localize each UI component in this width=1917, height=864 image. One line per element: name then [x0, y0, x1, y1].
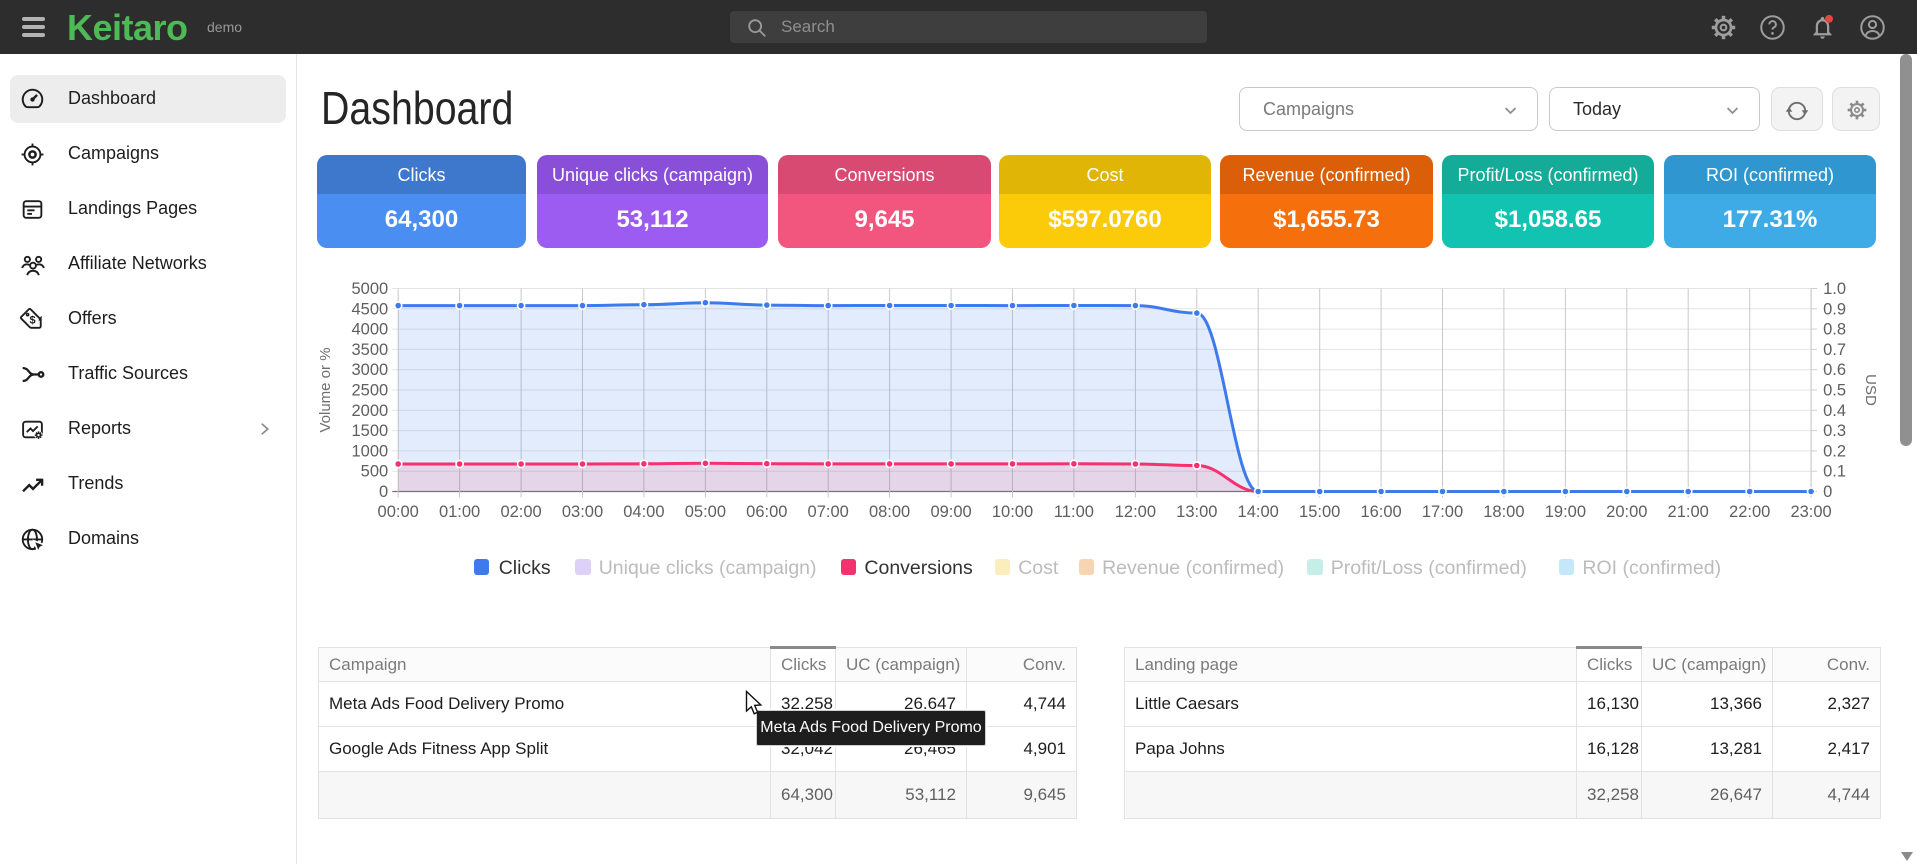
svg-text:0.5: 0.5	[1823, 382, 1846, 400]
svg-text:10:00: 10:00	[992, 503, 1033, 521]
svg-text:USD: USD	[1862, 374, 1879, 406]
svg-text:06:00: 06:00	[746, 503, 787, 521]
svg-text:3500: 3500	[351, 341, 388, 359]
svg-text:Volume or %: Volume or %	[317, 347, 334, 432]
svg-text:1500: 1500	[351, 422, 388, 440]
svg-text:1000: 1000	[351, 442, 388, 460]
svg-text:3000: 3000	[351, 361, 388, 379]
svg-text:20:00: 20:00	[1606, 503, 1647, 521]
svg-text:12:00: 12:00	[1115, 503, 1156, 521]
svg-text:500: 500	[361, 463, 389, 481]
svg-text:05:00: 05:00	[685, 503, 726, 521]
svg-text:22:00: 22:00	[1729, 503, 1770, 521]
svg-text:08:00: 08:00	[869, 503, 910, 521]
svg-text:01:00: 01:00	[439, 503, 480, 521]
svg-text:23:00: 23:00	[1790, 503, 1831, 521]
svg-text:1.0: 1.0	[1823, 280, 1846, 298]
svg-text:15:00: 15:00	[1299, 503, 1340, 521]
svg-text:18:00: 18:00	[1483, 503, 1524, 521]
svg-text:19:00: 19:00	[1545, 503, 1586, 521]
svg-text:2000: 2000	[351, 402, 388, 420]
svg-text:0.9: 0.9	[1823, 300, 1846, 318]
svg-text:0: 0	[1823, 483, 1832, 501]
svg-text:11:00: 11:00	[1054, 503, 1094, 521]
svg-text:0.7: 0.7	[1823, 341, 1846, 359]
svg-text:13:00: 13:00	[1176, 503, 1217, 521]
svg-text:14:00: 14:00	[1238, 503, 1279, 521]
svg-text:0.3: 0.3	[1823, 422, 1846, 440]
svg-text:0.8: 0.8	[1823, 321, 1846, 339]
svg-text:04:00: 04:00	[623, 503, 664, 521]
svg-text:5000: 5000	[351, 280, 388, 298]
svg-text:09:00: 09:00	[930, 503, 971, 521]
svg-text:17:00: 17:00	[1422, 503, 1463, 521]
svg-text:4000: 4000	[351, 321, 388, 339]
svg-text:4500: 4500	[351, 300, 388, 318]
svg-text:21:00: 21:00	[1668, 503, 1709, 521]
svg-text:0: 0	[379, 483, 388, 501]
svg-text:2500: 2500	[351, 382, 388, 400]
svg-text:07:00: 07:00	[808, 503, 849, 521]
svg-text:00:00: 00:00	[378, 503, 419, 521]
svg-text:02:00: 02:00	[500, 503, 541, 521]
svg-text:0.4: 0.4	[1823, 402, 1846, 420]
svg-text:$: $	[29, 314, 35, 326]
svg-text:0.6: 0.6	[1823, 361, 1846, 379]
svg-text:0.2: 0.2	[1823, 442, 1846, 460]
svg-text:0.1: 0.1	[1823, 463, 1846, 481]
svg-text:16:00: 16:00	[1360, 503, 1401, 521]
svg-text:03:00: 03:00	[562, 503, 603, 521]
